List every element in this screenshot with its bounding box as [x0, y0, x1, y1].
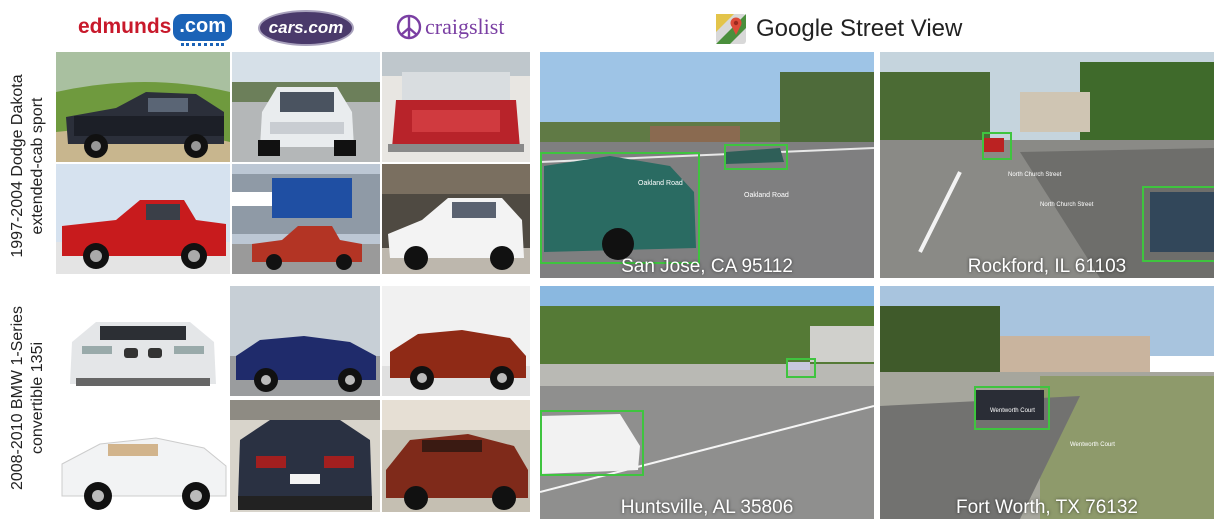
- row-label-line2: extended-cab sport: [29, 97, 46, 235]
- detection-box: [786, 358, 816, 378]
- street-view-city-label: Huntsville, AL 35806: [620, 497, 794, 518]
- detection-box: [1142, 186, 1214, 262]
- street-view-city-label: San Jose, CA 95112: [621, 256, 793, 277]
- detection-box: [540, 410, 644, 476]
- street-label: Oakland Road: [744, 192, 789, 199]
- dodge-photo-cars-1: [232, 52, 380, 162]
- street-label: Oakland Road: [638, 180, 683, 187]
- edmunds-logo: edmunds .com: [78, 8, 233, 46]
- edmunds-com-badge: .com: [173, 13, 233, 46]
- street-label: North Church Street: [1008, 172, 1062, 178]
- bmw-photo-edmunds-1: [56, 286, 230, 396]
- cars-com-logo-text: cars.com: [268, 18, 344, 37]
- street-view-san-jose: Oakland Road Oakland Road San Jose, CA 9…: [540, 52, 874, 278]
- dodge-photo-craigslist-1: [382, 52, 530, 162]
- row-label-dodge: 1997-2004 Dodge Dakota extended-cab spor…: [8, 48, 52, 284]
- row-label-line2: convertible 135i: [29, 341, 46, 455]
- detection-box: [982, 132, 1012, 160]
- detection-box: [540, 152, 700, 264]
- dodge-photo-cars-2: [232, 164, 380, 274]
- street-label: Wentworth Court: [990, 408, 1035, 414]
- street-view-huntsville: Huntsville, AL 35806: [540, 286, 874, 519]
- detection-box: [724, 144, 788, 170]
- dodge-photo-craigslist-2: [382, 164, 530, 274]
- street-view-city-label: Rockford, IL 61103: [967, 256, 1127, 277]
- dodge-photo-edmunds-2: [56, 164, 230, 274]
- google-maps-icon: [716, 14, 746, 44]
- craigslist-logo: craigslist: [396, 10, 504, 44]
- bmw-photo-craigslist-1: [382, 286, 530, 396]
- edmunds-logo-text: edmunds: [78, 15, 172, 38]
- cars-com-logo: cars.com: [258, 10, 354, 46]
- bmw-photo-edmunds-2: [56, 400, 230, 512]
- craigslist-logo-text: craigslist: [425, 14, 505, 39]
- row-label-line1: 1997-2004 Dodge Dakota: [9, 74, 26, 258]
- street-view-rockford: North Church Street North Church Street …: [880, 52, 1214, 278]
- row-label-bmw: 2008-2010 BMW 1-Series convertible 135i: [8, 280, 52, 516]
- row-label-line1: 2008-2010 BMW 1-Series: [9, 305, 26, 491]
- bmw-photo-cars-2: [230, 400, 380, 512]
- street-view-fort-worth: Wentworth Court Wentworth Court Fort Wor…: [880, 286, 1214, 519]
- street-view-title-text: Google Street View: [756, 15, 963, 42]
- street-view-city-label: Fort Worth, TX 76132: [956, 497, 1138, 518]
- peace-sign-icon: [396, 14, 422, 40]
- bmw-photo-cars-1: [230, 286, 380, 396]
- street-label: Wentworth Court: [1070, 442, 1115, 448]
- google-street-view-title: Google Street View: [716, 12, 962, 46]
- dodge-photo-edmunds-1: [56, 52, 230, 162]
- bmw-photo-craigslist-2: [382, 400, 530, 512]
- street-label: North Church Street: [1040, 202, 1094, 208]
